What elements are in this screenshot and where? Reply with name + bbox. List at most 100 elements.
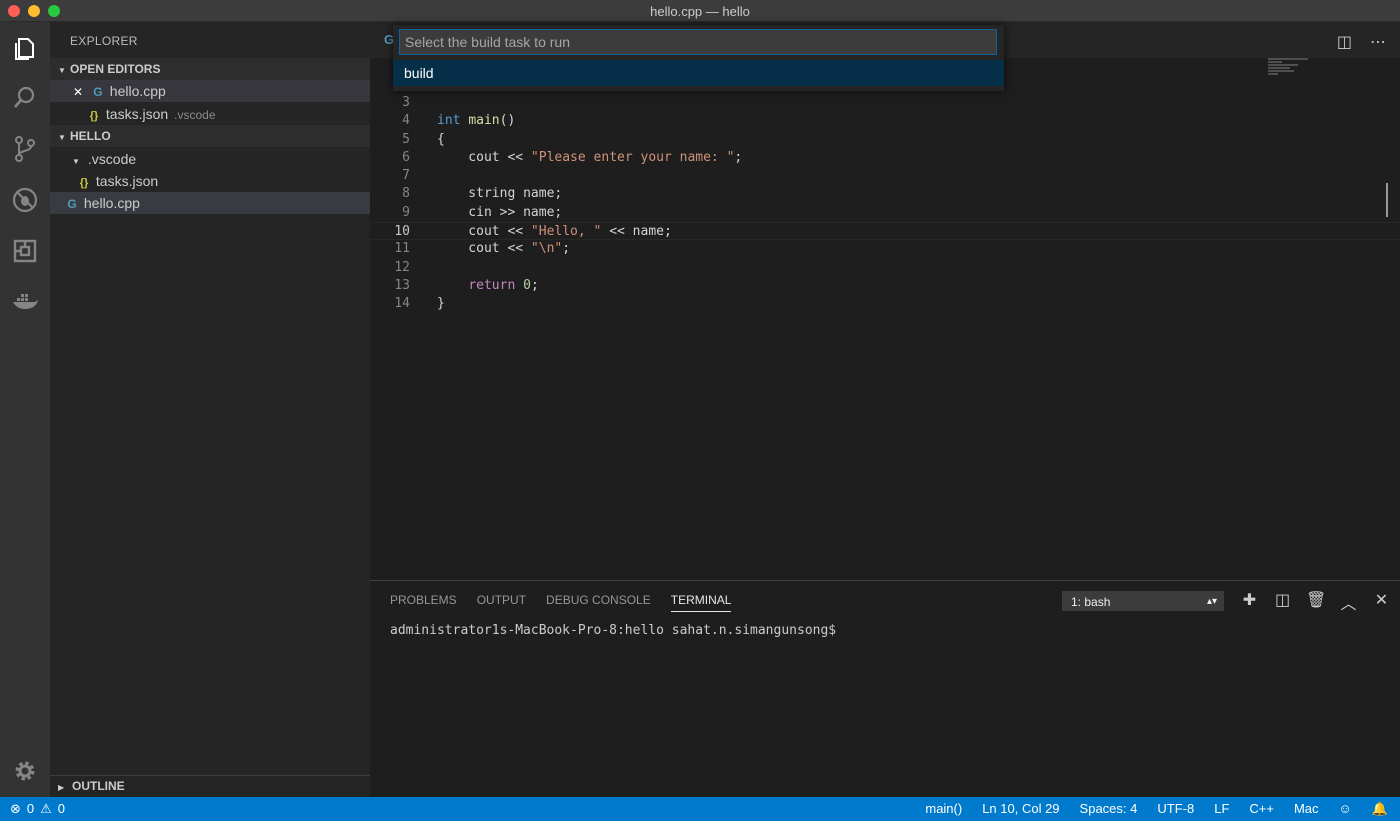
more-actions-icon[interactable]: ⋯ [1370,32,1386,52]
function-name: main [468,113,500,129]
extensions-icon[interactable] [9,235,41,267]
close-icon[interactable]: ✕ [70,81,86,103]
workspace-label: HELLO [70,129,111,143]
line-number: 5 [402,131,410,147]
terminal-select[interactable]: 1: bash ▴▾ [1062,591,1224,611]
notifications-bell-icon[interactable]: 🔔 [1372,797,1388,821]
feedback-smiley-icon[interactable]: ☺ [1339,797,1352,821]
trash-icon[interactable]: 🗑 [1306,590,1326,614]
maximize-panel-icon[interactable]: ︿ [1339,590,1358,614]
code-line: 3 [370,94,1400,112]
code-text: cout << [437,224,531,240]
keyword: return [468,277,516,293]
status-language[interactable]: C++ [1249,797,1274,821]
tree-folder-vscode[interactable]: ▼ .vscode [50,148,370,170]
number-literal: 0 [523,277,531,293]
close-panel-icon[interactable]: ✕ [1372,590,1391,614]
status-platform[interactable]: Mac [1294,797,1319,821]
tab-problems[interactable]: PROBLEMS [390,593,457,612]
code-text: << name; [601,224,672,240]
code-line: 11 cout << "\n"; [370,240,1400,258]
open-editors-label: OPEN EDITORS [70,62,161,76]
code-line: 7 [370,167,1400,185]
string-literal: "Please enter your name: " [530,149,735,165]
cpp-file-icon: G [67,197,77,211]
code-line: 14} [370,295,1400,313]
minimap[interactable] [1268,58,1328,98]
settings-gear-icon[interactable] [9,755,41,787]
line-number: 12 [394,259,410,275]
terminal-select-value: 1: bash [1071,595,1111,609]
line-number: 6 [402,149,410,165]
code-line: 12 [370,259,1400,277]
editor-area: G ◫ ⋯ 3 4 int main() 5{ 6 cout << "Please… [370,22,1400,580]
open-editor-item-hello-cpp[interactable]: ✕ G hello.cpp [50,80,370,102]
split-editor-icon[interactable]: ◫ [1337,32,1352,52]
line-number: 9 [402,204,410,220]
code-line: 9 cin >> name; [370,204,1400,222]
bottom-panel: PROBLEMS OUTPUT DEBUG CONSOLE TERMINAL 1… [370,580,1400,797]
line-number: 10 [394,224,410,240]
outline-label: OUTLINE [72,779,125,793]
tree-file-tasks-json[interactable]: {} tasks.json [50,170,370,192]
tree-file-hello-cpp[interactable]: G hello.cpp [50,192,370,214]
line-number: 13 [394,277,410,293]
open-editor-folder: .vscode [174,108,216,122]
tab-output[interactable]: OUTPUT [477,593,526,612]
code-line: 13 return 0; [370,277,1400,295]
debug-icon[interactable] [9,184,41,216]
code-line: 4 int main() [370,112,1400,130]
open-editor-item-tasks-json[interactable]: {} tasks.json .vscode [50,103,370,125]
status-eol[interactable]: LF [1214,797,1229,821]
code-text: () [499,113,516,129]
keyword: int [437,113,461,129]
workspace-section[interactable]: ▼ HELLO [50,125,370,147]
status-indentation[interactable]: Spaces: 4 [1080,797,1138,821]
explorer-icon[interactable] [9,32,41,64]
code-view[interactable]: 3 4 int main() 5{ 6 cout << "Please enter… [370,94,1400,314]
tree-item-label: hello.cpp [83,195,140,211]
line-number: 3 [402,95,410,110]
code-text: ; [562,241,571,257]
line-number: 7 [402,168,410,184]
string-literal: "\n" [530,241,563,257]
quick-pick-item-build[interactable]: build [393,60,1004,86]
error-icon: ⊗ [10,801,21,816]
new-terminal-icon[interactable]: ✚ [1240,590,1259,614]
code-line: 6 cout << "Please enter your name: "; [370,149,1400,167]
quick-input-field[interactable] [399,29,997,55]
tab-terminal[interactable]: TERMINAL [670,593,732,612]
status-encoding[interactable]: UTF-8 [1157,797,1194,821]
code-text: { [437,131,445,147]
problems-status[interactable]: ⊗ 0 ⚠ 0 [10,797,65,821]
line-number: 14 [394,296,410,312]
json-file-icon: {} [89,110,99,122]
status-scope[interactable]: main() [925,797,962,821]
status-cursor-position[interactable]: Ln 10, Col 29 [982,797,1059,821]
select-caret-icon: ▴▾ [1206,596,1217,607]
source-control-icon[interactable] [9,133,41,165]
chevron-right-icon: ▶ [58,783,65,792]
line-number: 4 [402,113,410,129]
code-line: 5{ [370,131,1400,149]
json-file-icon: {} [79,177,89,189]
tab-debug-console[interactable]: DEBUG CONSOLE [546,593,651,612]
quick-input-widget: build [393,25,1004,91]
open-editors-section[interactable]: ▼ OPEN EDITORS [50,58,370,80]
chevron-down-icon: ▼ [58,133,66,142]
status-bar: ⊗ 0 ⚠ 0 main() Ln 10, Col 29 Spaces: 4 UTF… [0,797,1400,821]
terminal-prompt[interactable]: administrator1s-MacBook-Pro-8:hello saha… [390,623,836,638]
docker-icon[interactable] [9,286,41,318]
search-icon[interactable] [9,82,41,114]
open-editor-label: tasks.json [105,106,169,122]
chevron-down-icon: ▼ [58,66,66,75]
outline-section[interactable]: ▶ OUTLINE [50,775,370,797]
code-text: } [437,296,445,312]
split-terminal-icon[interactable]: ◫ [1273,590,1292,614]
line-number: 11 [394,241,410,257]
code-text: cin >> name; [437,204,563,220]
error-count: 0 [26,801,35,816]
code-line-current: 10 cout << "Hello, " << name; [370,222,1400,241]
window-title: hello.cpp — hello [650,4,750,19]
code-text: cout << [437,149,531,165]
